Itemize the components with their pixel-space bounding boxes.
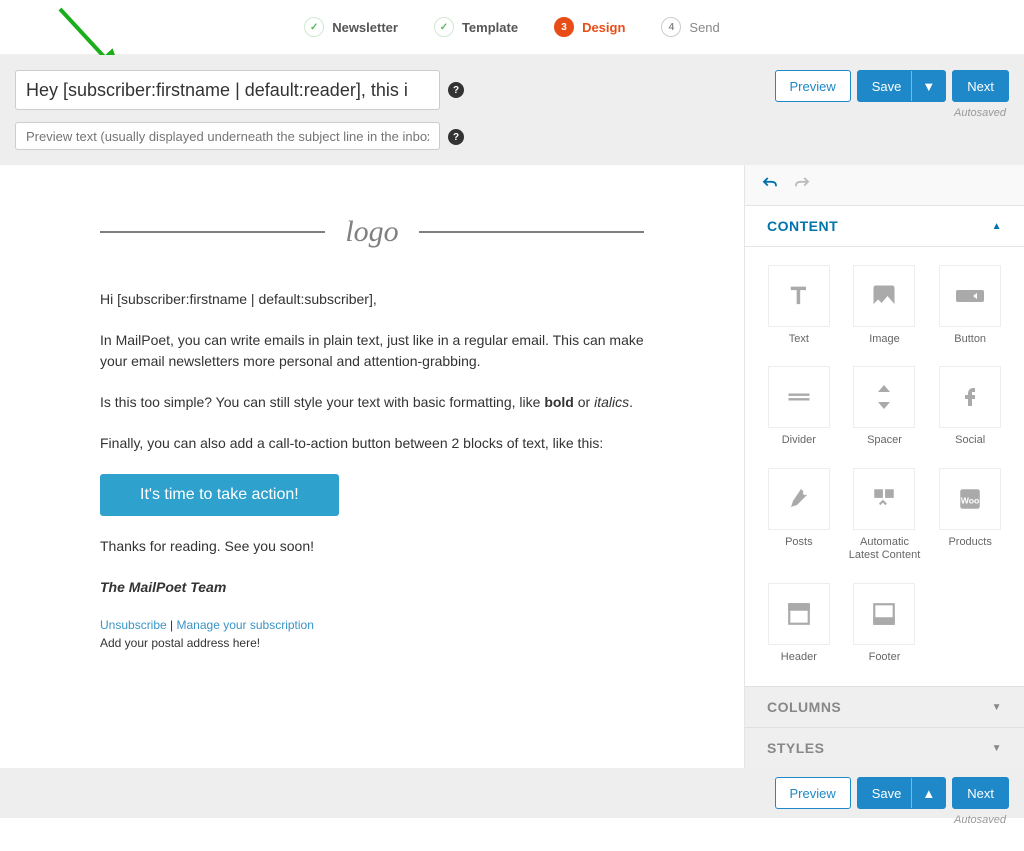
editor-footer: Preview Save ▲ Next Autosaved bbox=[0, 768, 1024, 818]
help-icon[interactable]: ? bbox=[448, 82, 464, 98]
widget-footer[interactable]: Footer bbox=[847, 583, 923, 668]
autosaved-indicator: Autosaved bbox=[954, 814, 1006, 826]
step-label: Send bbox=[689, 20, 719, 35]
widget-label: Header bbox=[781, 651, 817, 664]
editor-header: ? ? Preview Save ▼ Next Autosaved bbox=[0, 55, 1024, 165]
expand-icon: ▼ bbox=[992, 702, 1002, 713]
panel-content-header[interactable]: CONTENT ▲ bbox=[745, 205, 1024, 247]
widget-alc[interactable]: Automatic Latest Content bbox=[847, 468, 923, 567]
postal-address: Add your postal address here! bbox=[100, 636, 644, 650]
widget-label: Text bbox=[789, 333, 809, 346]
widget-label: Posts bbox=[785, 536, 813, 549]
divider-line bbox=[100, 231, 325, 233]
step-send[interactable]: 4 Send bbox=[643, 17, 737, 37]
cta-button[interactable]: It's time to take action! bbox=[100, 474, 339, 516]
manage-subscription-link[interactable]: Manage your subscription bbox=[177, 618, 314, 632]
step-newsletter[interactable]: ✓ Newsletter bbox=[286, 17, 416, 37]
widget-label: Divider bbox=[782, 434, 816, 447]
email-canvas[interactable]: logo Hi [subscriber:firstname | default:… bbox=[0, 165, 744, 768]
header-icon bbox=[768, 583, 830, 645]
divider-line bbox=[419, 231, 644, 233]
step-check-icon: ✓ bbox=[434, 17, 454, 37]
widget-text[interactable]: Text bbox=[761, 265, 837, 350]
panel-title: STYLES bbox=[767, 740, 824, 756]
step-label: Design bbox=[582, 20, 625, 35]
paragraph: In MailPoet, you can write emails in pla… bbox=[100, 330, 644, 372]
step-design[interactable]: 3 Design bbox=[536, 17, 643, 37]
footer-icon bbox=[853, 583, 915, 645]
step-template[interactable]: ✓ Template bbox=[416, 17, 536, 37]
thanks-text: Thanks for reading. See you soon! bbox=[100, 536, 644, 557]
subject-input[interactable] bbox=[15, 70, 440, 110]
preview-button[interactable]: Preview bbox=[775, 70, 851, 102]
widget-label: Footer bbox=[869, 651, 901, 664]
next-button[interactable]: Next bbox=[952, 777, 1009, 809]
preview-text-input[interactable] bbox=[15, 122, 440, 150]
widget-label: Products bbox=[948, 536, 991, 549]
expand-icon: ▼ bbox=[992, 743, 1002, 754]
widget-divider[interactable]: Divider bbox=[761, 366, 837, 451]
save-button[interactable]: Save ▼ bbox=[857, 70, 947, 102]
step-number-icon: 3 bbox=[554, 17, 574, 37]
panel-title: COLUMNS bbox=[767, 699, 841, 715]
save-button[interactable]: Save ▲ bbox=[857, 777, 947, 809]
email-body[interactable]: Hi [subscriber:firstname | default:subsc… bbox=[100, 289, 644, 650]
step-label: Template bbox=[462, 20, 518, 35]
undo-icon[interactable] bbox=[761, 175, 779, 196]
footer-links: Unsubscribe | Manage your subscription bbox=[100, 618, 644, 632]
widget-posts[interactable]: Posts bbox=[761, 468, 837, 567]
content-widgets-grid: Text Image Button Divider Spacer Social Posts A… bbox=[745, 247, 1024, 686]
image-icon bbox=[853, 265, 915, 327]
panel-title: CONTENT bbox=[767, 218, 838, 234]
widget-label: Social bbox=[955, 434, 985, 447]
widget-social[interactable]: Social bbox=[932, 366, 1008, 451]
social-icon bbox=[939, 366, 1001, 428]
spacer-icon bbox=[853, 366, 915, 428]
step-number-icon: 4 bbox=[661, 17, 681, 37]
step-label: Newsletter bbox=[332, 20, 398, 35]
redo-icon[interactable] bbox=[793, 175, 811, 196]
panel-styles-header[interactable]: STYLES ▼ bbox=[745, 727, 1024, 768]
text-icon bbox=[768, 265, 830, 327]
help-icon[interactable]: ? bbox=[448, 129, 464, 145]
save-dropdown-caret-icon[interactable]: ▼ bbox=[911, 71, 945, 101]
widget-products[interactable]: Woo Products bbox=[932, 468, 1008, 567]
paragraph: Finally, you can also add a call-to-acti… bbox=[100, 433, 644, 454]
unsubscribe-link[interactable]: Unsubscribe bbox=[100, 618, 167, 632]
widget-header[interactable]: Header bbox=[761, 583, 837, 668]
editor-sidebar: CONTENT ▲ Text Image Button Divider Spacer So… bbox=[744, 165, 1024, 768]
save-dropdown-caret-icon[interactable]: ▲ bbox=[911, 778, 945, 808]
collapse-icon: ▲ bbox=[992, 221, 1002, 232]
paragraph: Is this too simple? You can still style … bbox=[100, 392, 644, 413]
button-icon bbox=[939, 265, 1001, 327]
step-check-icon: ✓ bbox=[304, 17, 324, 37]
autosaved-indicator: Autosaved bbox=[954, 107, 1006, 119]
widget-label: Image bbox=[869, 333, 900, 346]
widget-spacer[interactable]: Spacer bbox=[847, 366, 923, 451]
save-label: Save bbox=[872, 79, 902, 94]
widget-image[interactable]: Image bbox=[847, 265, 923, 350]
widget-label: Automatic Latest Content bbox=[847, 536, 923, 562]
widget-label: Button bbox=[954, 333, 986, 346]
posts-icon bbox=[768, 468, 830, 530]
products-icon: Woo bbox=[939, 468, 1001, 530]
wizard-steps: ✓ Newsletter ✓ Template 3 Design 4 Send bbox=[0, 0, 1024, 55]
logo-block[interactable]: logo bbox=[100, 215, 644, 249]
panel-columns-header[interactable]: COLUMNS ▼ bbox=[745, 686, 1024, 727]
greeting-text: Hi [subscriber:firstname | default:subsc… bbox=[100, 289, 644, 310]
widget-label: Spacer bbox=[867, 434, 902, 447]
divider-icon bbox=[768, 366, 830, 428]
save-label: Save bbox=[872, 786, 902, 801]
widget-button[interactable]: Button bbox=[932, 265, 1008, 350]
alc-icon bbox=[853, 468, 915, 530]
signature: The MailPoet Team bbox=[100, 577, 644, 598]
logo-text: logo bbox=[325, 215, 418, 249]
svg-text:Woo: Woo bbox=[961, 495, 980, 505]
next-button[interactable]: Next bbox=[952, 70, 1009, 102]
preview-button[interactable]: Preview bbox=[775, 777, 851, 809]
